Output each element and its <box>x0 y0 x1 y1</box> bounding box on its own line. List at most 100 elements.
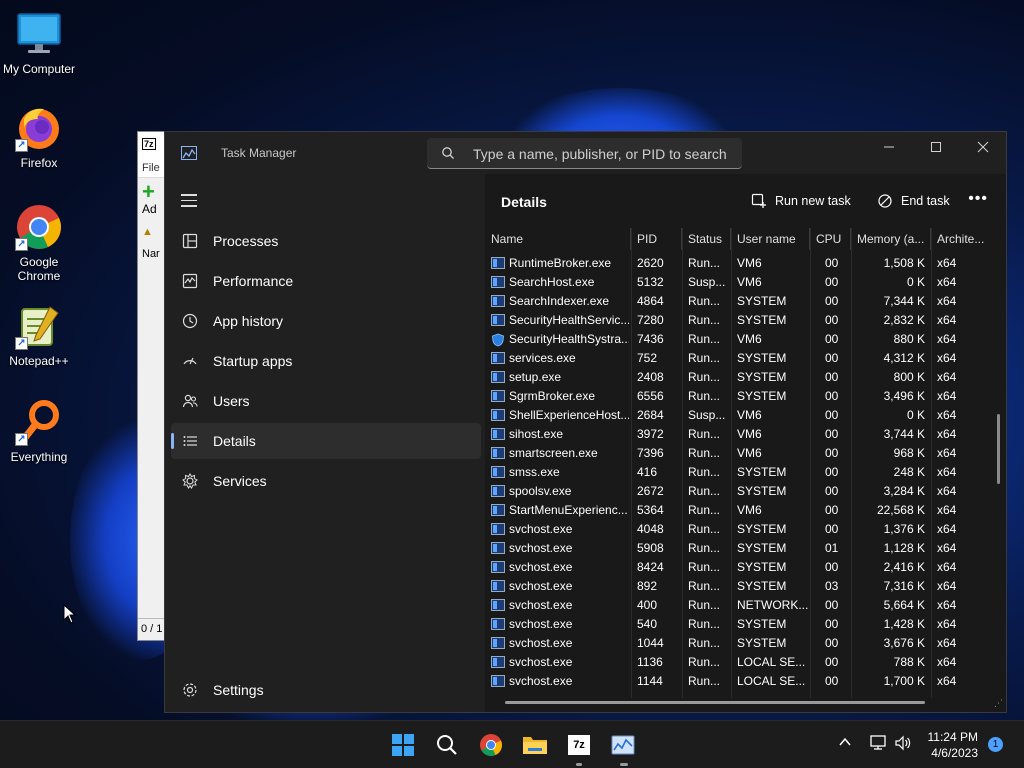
application-icon <box>491 618 505 630</box>
process-name: svchost.exe <box>509 674 573 688</box>
taskbar-7zip-button[interactable]: 7z <box>566 732 592 766</box>
table-row[interactable]: svchost.exe 8424 Run... SYSTEM 00 2,416 K x64 <box>485 558 1006 577</box>
nav-item-app-history[interactable]: App history <box>171 303 481 339</box>
nav-item-settings[interactable]: Settings <box>171 672 481 708</box>
desktop-icon-firefox[interactable]: ↗ Firefox <box>0 104 78 170</box>
process-status: Run... <box>688 446 721 460</box>
close-button[interactable] <box>960 132 1006 162</box>
table-row[interactable]: spoolsv.exe 2672 Run... SYSTEM 00 3,284 K x64 <box>485 482 1006 501</box>
task-manager-window[interactable]: Task Manager Processes Performance App h… <box>164 131 1007 713</box>
table-row[interactable]: SecurityHealthSystra... 7436 Run... VM6 00 88… <box>485 330 1006 349</box>
services-icon <box>181 472 199 490</box>
search-input[interactable] <box>473 144 733 164</box>
process-architecture: x64 <box>937 427 957 441</box>
table-row[interactable]: svchost.exe 1044 Run... SYSTEM 00 3,676 K x64 <box>485 634 1006 653</box>
process-pid: 2684 <box>637 408 664 422</box>
nav-item-details[interactable]: Details <box>171 423 481 459</box>
column-header-memory[interactable]: Memory (a... <box>851 228 931 250</box>
table-row[interactable]: svchost.exe 4048 Run... SYSTEM 00 1,376 K x64 <box>485 520 1006 539</box>
nav-label: Details <box>213 433 256 449</box>
desktop-icon-my-computer[interactable]: My Computer <box>0 10 78 76</box>
column-header-pid[interactable]: PID <box>631 228 682 250</box>
desktop-icon-everything[interactable]: ↗ Everything <box>0 398 78 464</box>
table-row[interactable]: svchost.exe 5908 Run... SYSTEM 01 1,128 K x64 <box>485 539 1006 558</box>
table-row[interactable]: StartMenuExperienc... 5364 Run... VM6 00 22,5… <box>485 501 1006 520</box>
process-status: Run... <box>688 427 721 441</box>
table-row[interactable]: svchost.exe 1144 Run... LOCAL SE... 00 1,700 … <box>485 672 1006 691</box>
more-options-icon[interactable]: ••• <box>968 190 988 208</box>
process-status: Run... <box>688 332 721 346</box>
notification-badge[interactable]: 1 <box>988 737 1003 752</box>
table-row[interactable]: svchost.exe 1136 Run... LOCAL SE... 00 788 K x… <box>485 653 1006 672</box>
table-row[interactable]: svchost.exe 892 Run... SYSTEM 03 7,316 K x64 <box>485 577 1006 596</box>
table-row[interactable]: svchost.exe 400 Run... NETWORK... 00 5,664 K x… <box>485 596 1006 615</box>
process-memory: 2,416 K <box>883 560 925 574</box>
process-status: Run... <box>688 389 721 403</box>
magnifier-icon: ↗ <box>15 398 63 446</box>
task-manager-icon <box>611 735 635 755</box>
table-row[interactable]: setup.exe 2408 Run... SYSTEM 00 800 K x64 <box>485 368 1006 387</box>
process-memory: 788 K <box>893 655 925 669</box>
process-architecture: x64 <box>937 484 957 498</box>
volume-icon[interactable] <box>894 735 912 754</box>
process-memory: 7,316 K <box>883 579 925 593</box>
process-memory: 1,508 K <box>883 256 925 270</box>
taskbar-task-manager-button[interactable] <box>610 732 636 766</box>
process-name: ShellExperienceHost.... <box>509 408 629 422</box>
taskbar-chrome-button[interactable] <box>478 732 504 758</box>
table-row[interactable]: smss.exe 416 Run... SYSTEM 00 248 K x64 <box>485 463 1006 482</box>
nav-label: Startup apps <box>213 353 293 369</box>
column-header-status[interactable]: Status <box>682 228 731 250</box>
process-name: svchost.exe <box>509 522 573 536</box>
start-button[interactable] <box>390 732 416 758</box>
table-row[interactable]: SearchHost.exe 5132 Susp... VM6 00 0 K x64 <box>485 273 1006 292</box>
column-header-name[interactable]: ^Name <box>485 228 631 250</box>
nav-item-processes[interactable]: Processes <box>171 223 481 259</box>
column-header-architecture[interactable]: Archite... <box>931 228 991 250</box>
table-row[interactable]: SecurityHealthServic... 7280 Run... SYSTEM 0… <box>485 311 1006 330</box>
table-row[interactable]: SgrmBroker.exe 6556 Run... SYSTEM 00 3,496 K x… <box>485 387 1006 406</box>
table-row[interactable]: RuntimeBroker.exe 2620 Run... VM6 00 1,508 K x… <box>485 254 1006 273</box>
vertical-scrollbar[interactable] <box>997 414 1000 484</box>
column-header-cpu[interactable]: CPU <box>810 228 851 250</box>
nav-item-startup-apps[interactable]: Startup apps <box>171 343 481 379</box>
nav-item-users[interactable]: Users <box>171 383 481 419</box>
horizontal-scrollbar[interactable] <box>505 701 925 704</box>
minimize-button[interactable] <box>866 132 912 162</box>
desktop-icon-notepad-plus-plus[interactable]: ↗ Notepad++ <box>0 302 78 368</box>
nav-item-services[interactable]: Services <box>171 463 481 499</box>
shortcut-arrow-icon: ↗ <box>15 238 28 251</box>
table-row[interactable]: ShellExperienceHost.... 2684 Susp... VM6 00 0… <box>485 406 1006 425</box>
taskbar-file-explorer-button[interactable] <box>522 732 548 758</box>
maximize-button[interactable] <box>913 132 959 162</box>
column-header-user-name[interactable]: User name <box>731 228 810 250</box>
search-box[interactable] <box>427 138 742 169</box>
table-row[interactable]: sihost.exe 3972 Run... VM6 00 3,744 K x64 <box>485 425 1006 444</box>
taskbar: 7z 11:24 PM 4/6/2023 1 <box>0 720 1024 768</box>
table-row[interactable]: smartscreen.exe 7396 Run... VM6 00 968 K x64 <box>485 444 1006 463</box>
taskbar-search-button[interactable] <box>434 732 460 758</box>
desktop-icon-label: Google Chrome <box>17 255 61 283</box>
end-task-button[interactable]: End task <box>877 190 950 212</box>
process-user: SYSTEM <box>737 465 787 479</box>
hamburger-menu-icon[interactable] <box>181 194 197 208</box>
table-row[interactable]: services.exe 752 Run... SYSTEM 00 4,312 K x64 <box>485 349 1006 368</box>
history-icon <box>181 312 199 330</box>
table-header: ^Name PID Status User name CPU Memory (a… <box>485 228 1006 250</box>
network-icon[interactable] <box>870 735 888 754</box>
process-cpu: 00 <box>825 617 839 631</box>
process-cpu: 03 <box>825 579 839 593</box>
desktop-icon-google-chrome[interactable]: ↗ Google Chrome <box>0 203 78 283</box>
table-row[interactable]: SearchIndexer.exe 4864 Run... SYSTEM 00 7,344… <box>485 292 1006 311</box>
process-status: Run... <box>688 484 721 498</box>
show-hidden-icons-chevron-up-icon[interactable] <box>838 735 852 752</box>
system-clock[interactable]: 11:24 PM 4/6/2023 <box>928 729 978 761</box>
process-cpu: 00 <box>825 389 839 403</box>
process-cpu: 00 <box>825 294 839 308</box>
process-memory: 3,284 K <box>883 484 925 498</box>
run-new-task-button[interactable]: Run new task <box>751 190 851 212</box>
resize-grip-icon[interactable]: ⋰ <box>994 698 1003 709</box>
nav-item-performance[interactable]: Performance <box>171 263 481 299</box>
title-bar[interactable]: Task Manager <box>165 132 1006 174</box>
table-row[interactable]: svchost.exe 540 Run... SYSTEM 00 1,428 K x64 <box>485 615 1006 634</box>
